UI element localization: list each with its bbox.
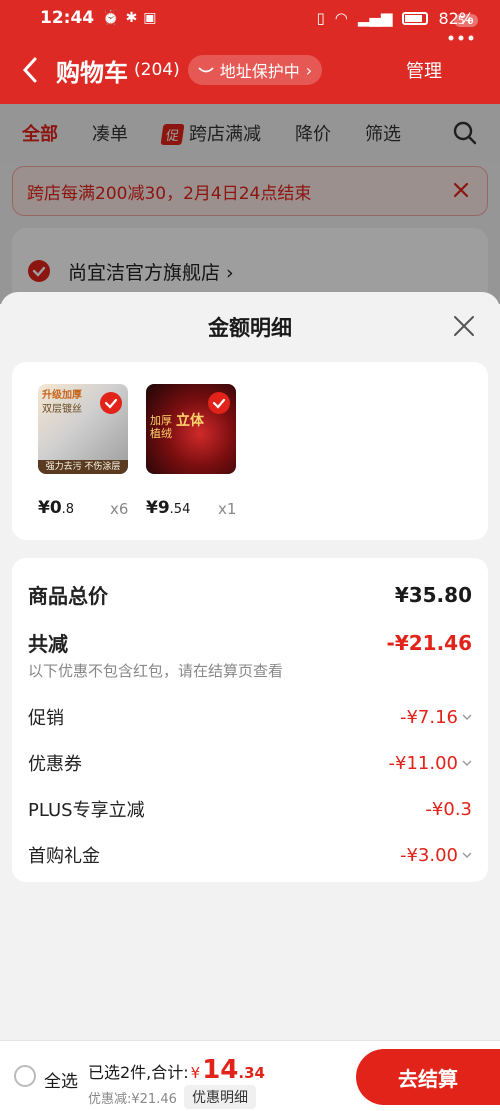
price-details: 商品总价 ¥35.80 共减 -¥21.46 以下优惠不包含红包，请在结算页查看… — [12, 558, 488, 882]
total-reduce-row: 共减 -¥21.46 — [28, 628, 472, 657]
status-icons: ⏰ ✱ ▣ — [102, 10, 156, 26]
plus-value: -¥0.3 — [425, 798, 472, 820]
product-price: ¥0.8 — [38, 498, 74, 518]
back-icon[interactable] — [22, 55, 48, 85]
chevron-down-icon — [462, 852, 472, 858]
close-icon[interactable] — [452, 314, 476, 338]
thumb-text: 升级加厚 — [42, 390, 82, 401]
amount-main: 14 — [202, 1055, 239, 1085]
address-protection-pill[interactable]: 地址保护中 › — [187, 55, 323, 85]
total-reduce-label: 共减 — [28, 632, 68, 656]
thumb-strip: 强力去污 不伤涂层 — [38, 460, 128, 474]
selected-text: 已选2件,合计: — [88, 1063, 189, 1082]
first-purchase-row[interactable]: 首购礼金 -¥3.00 — [28, 842, 472, 868]
more-icon[interactable] — [446, 24, 476, 44]
status-bar: 12:44 ⏰ ✱ ▣ ▯ ◠ ▂▄▆ 82% — [0, 0, 500, 36]
product-qty: x1 — [218, 500, 237, 518]
sheet-title: 金额明细 — [208, 316, 292, 340]
first-purchase-amount: -¥3.00 — [399, 844, 458, 866]
vibrate-icon: ▯ — [316, 9, 325, 27]
currency-symbol: ¥ — [190, 1064, 201, 1082]
check-icon — [100, 392, 122, 414]
product-item[interactable]: 加厚植绒 立体 ¥9.54 x1 — [146, 384, 236, 518]
total-summary: 已选2件,合计: ¥ 14.34 — [88, 1055, 265, 1085]
total-reduce-value: -¥21.46 — [386, 630, 472, 655]
alarm-icon: ⏰ — [102, 10, 120, 26]
first-purchase-value: -¥3.00 — [400, 845, 472, 866]
status-time: 12:44 — [40, 8, 95, 28]
cart-count: (204) — [134, 60, 180, 80]
promo-value: -¥7.16 — [400, 707, 472, 728]
price-frac: .54 — [169, 502, 191, 517]
plus-row: PLUS专享立减 -¥0.3 — [28, 796, 472, 822]
manage-button[interactable]: 管理 — [406, 57, 442, 83]
page-title: 购物车 — [56, 58, 128, 87]
price-main: ¥0 — [38, 498, 62, 518]
bluetooth-icon: ✱ — [125, 10, 138, 26]
product-list: 升级加厚 双层镀丝 强力去污 不伤涂层 ¥0.8 x6 加厚植绒 立体 ¥9.5… — [12, 362, 488, 540]
coupon-value: -¥11.00 — [389, 753, 472, 774]
product-thumbnail: 加厚植绒 立体 — [146, 384, 236, 474]
select-all-label[interactable]: 全选 — [44, 1067, 78, 1092]
total-price-value: ¥35.80 — [394, 582, 472, 607]
total-price-row: 商品总价 ¥35.80 — [28, 580, 472, 609]
checkout-bar: 全选 已选2件,合计: ¥ 14.34 优惠减:¥21.46 优惠明细 去结算 — [0, 1040, 500, 1111]
coupon-row[interactable]: 优惠券 -¥11.00 — [28, 750, 472, 776]
product-thumbnail: 升级加厚 双层镀丝 强力去污 不伤涂层 — [38, 384, 128, 474]
wifi-icon: ◠ — [334, 9, 348, 27]
overlay-dim[interactable] — [0, 104, 500, 304]
checkout-button[interactable]: 去结算 — [356, 1049, 500, 1105]
reduce-note: 以下优惠不包含红包，请在结算页查看 — [28, 662, 284, 680]
price-frac: .8 — [61, 502, 75, 517]
product-qty: x6 — [110, 500, 129, 518]
discount-detail-button[interactable]: 优惠明细 — [184, 1085, 256, 1109]
battery-icon — [402, 11, 429, 25]
product-item[interactable]: 升级加厚 双层镀丝 强力去污 不伤涂层 ¥0.8 x6 — [38, 384, 128, 518]
total-price-label: 商品总价 — [28, 584, 108, 608]
amount-detail-sheet: 金额明细 升级加厚 双层镀丝 强力去污 不伤涂层 ¥0.8 x6 加厚植绒 立体 — [0, 292, 500, 1111]
chevron-right-icon: › — [305, 60, 313, 80]
plus-label: PLUS专享立减 — [28, 800, 145, 821]
discount-text: 优惠减:¥21.46 — [88, 1092, 177, 1107]
product-price: ¥9.54 — [146, 498, 190, 518]
promo-amount: -¥7.16 — [399, 706, 458, 728]
chevron-down-icon — [462, 714, 472, 720]
select-all-radio[interactable] — [14, 1065, 36, 1087]
first-purchase-label: 首购礼金 — [28, 846, 100, 867]
thumb-subtext: 双层镀丝 — [42, 404, 82, 415]
check-icon — [208, 392, 230, 414]
promo-row[interactable]: 促销 -¥7.16 — [28, 704, 472, 730]
chevron-down-icon — [462, 760, 472, 766]
amount-frac: .34 — [238, 1064, 265, 1082]
eye-closed-icon — [198, 61, 214, 80]
address-pill-label: 地址保护中 — [219, 62, 300, 81]
thumb-subtext: 立体 — [176, 413, 204, 429]
nfc-icon: ▣ — [143, 10, 157, 26]
promo-label: 促销 — [28, 708, 64, 729]
cart-header: 购物车 (204) 地址保护中 › 管理 — [0, 36, 500, 104]
coupon-amount: -¥11.00 — [388, 752, 458, 774]
signal-icon: ▂▄▆ — [357, 9, 393, 27]
coupon-label: 优惠券 — [28, 754, 82, 775]
total-amount: 14.34 — [202, 1055, 265, 1085]
thumb-text: 加厚植绒 — [150, 414, 172, 440]
price-main: ¥9 — [146, 498, 170, 518]
top-bar: 12:44 ⏰ ✱ ▣ ▯ ◠ ▂▄▆ 82% 购物车 (204) 地址保护中 … — [0, 0, 500, 104]
